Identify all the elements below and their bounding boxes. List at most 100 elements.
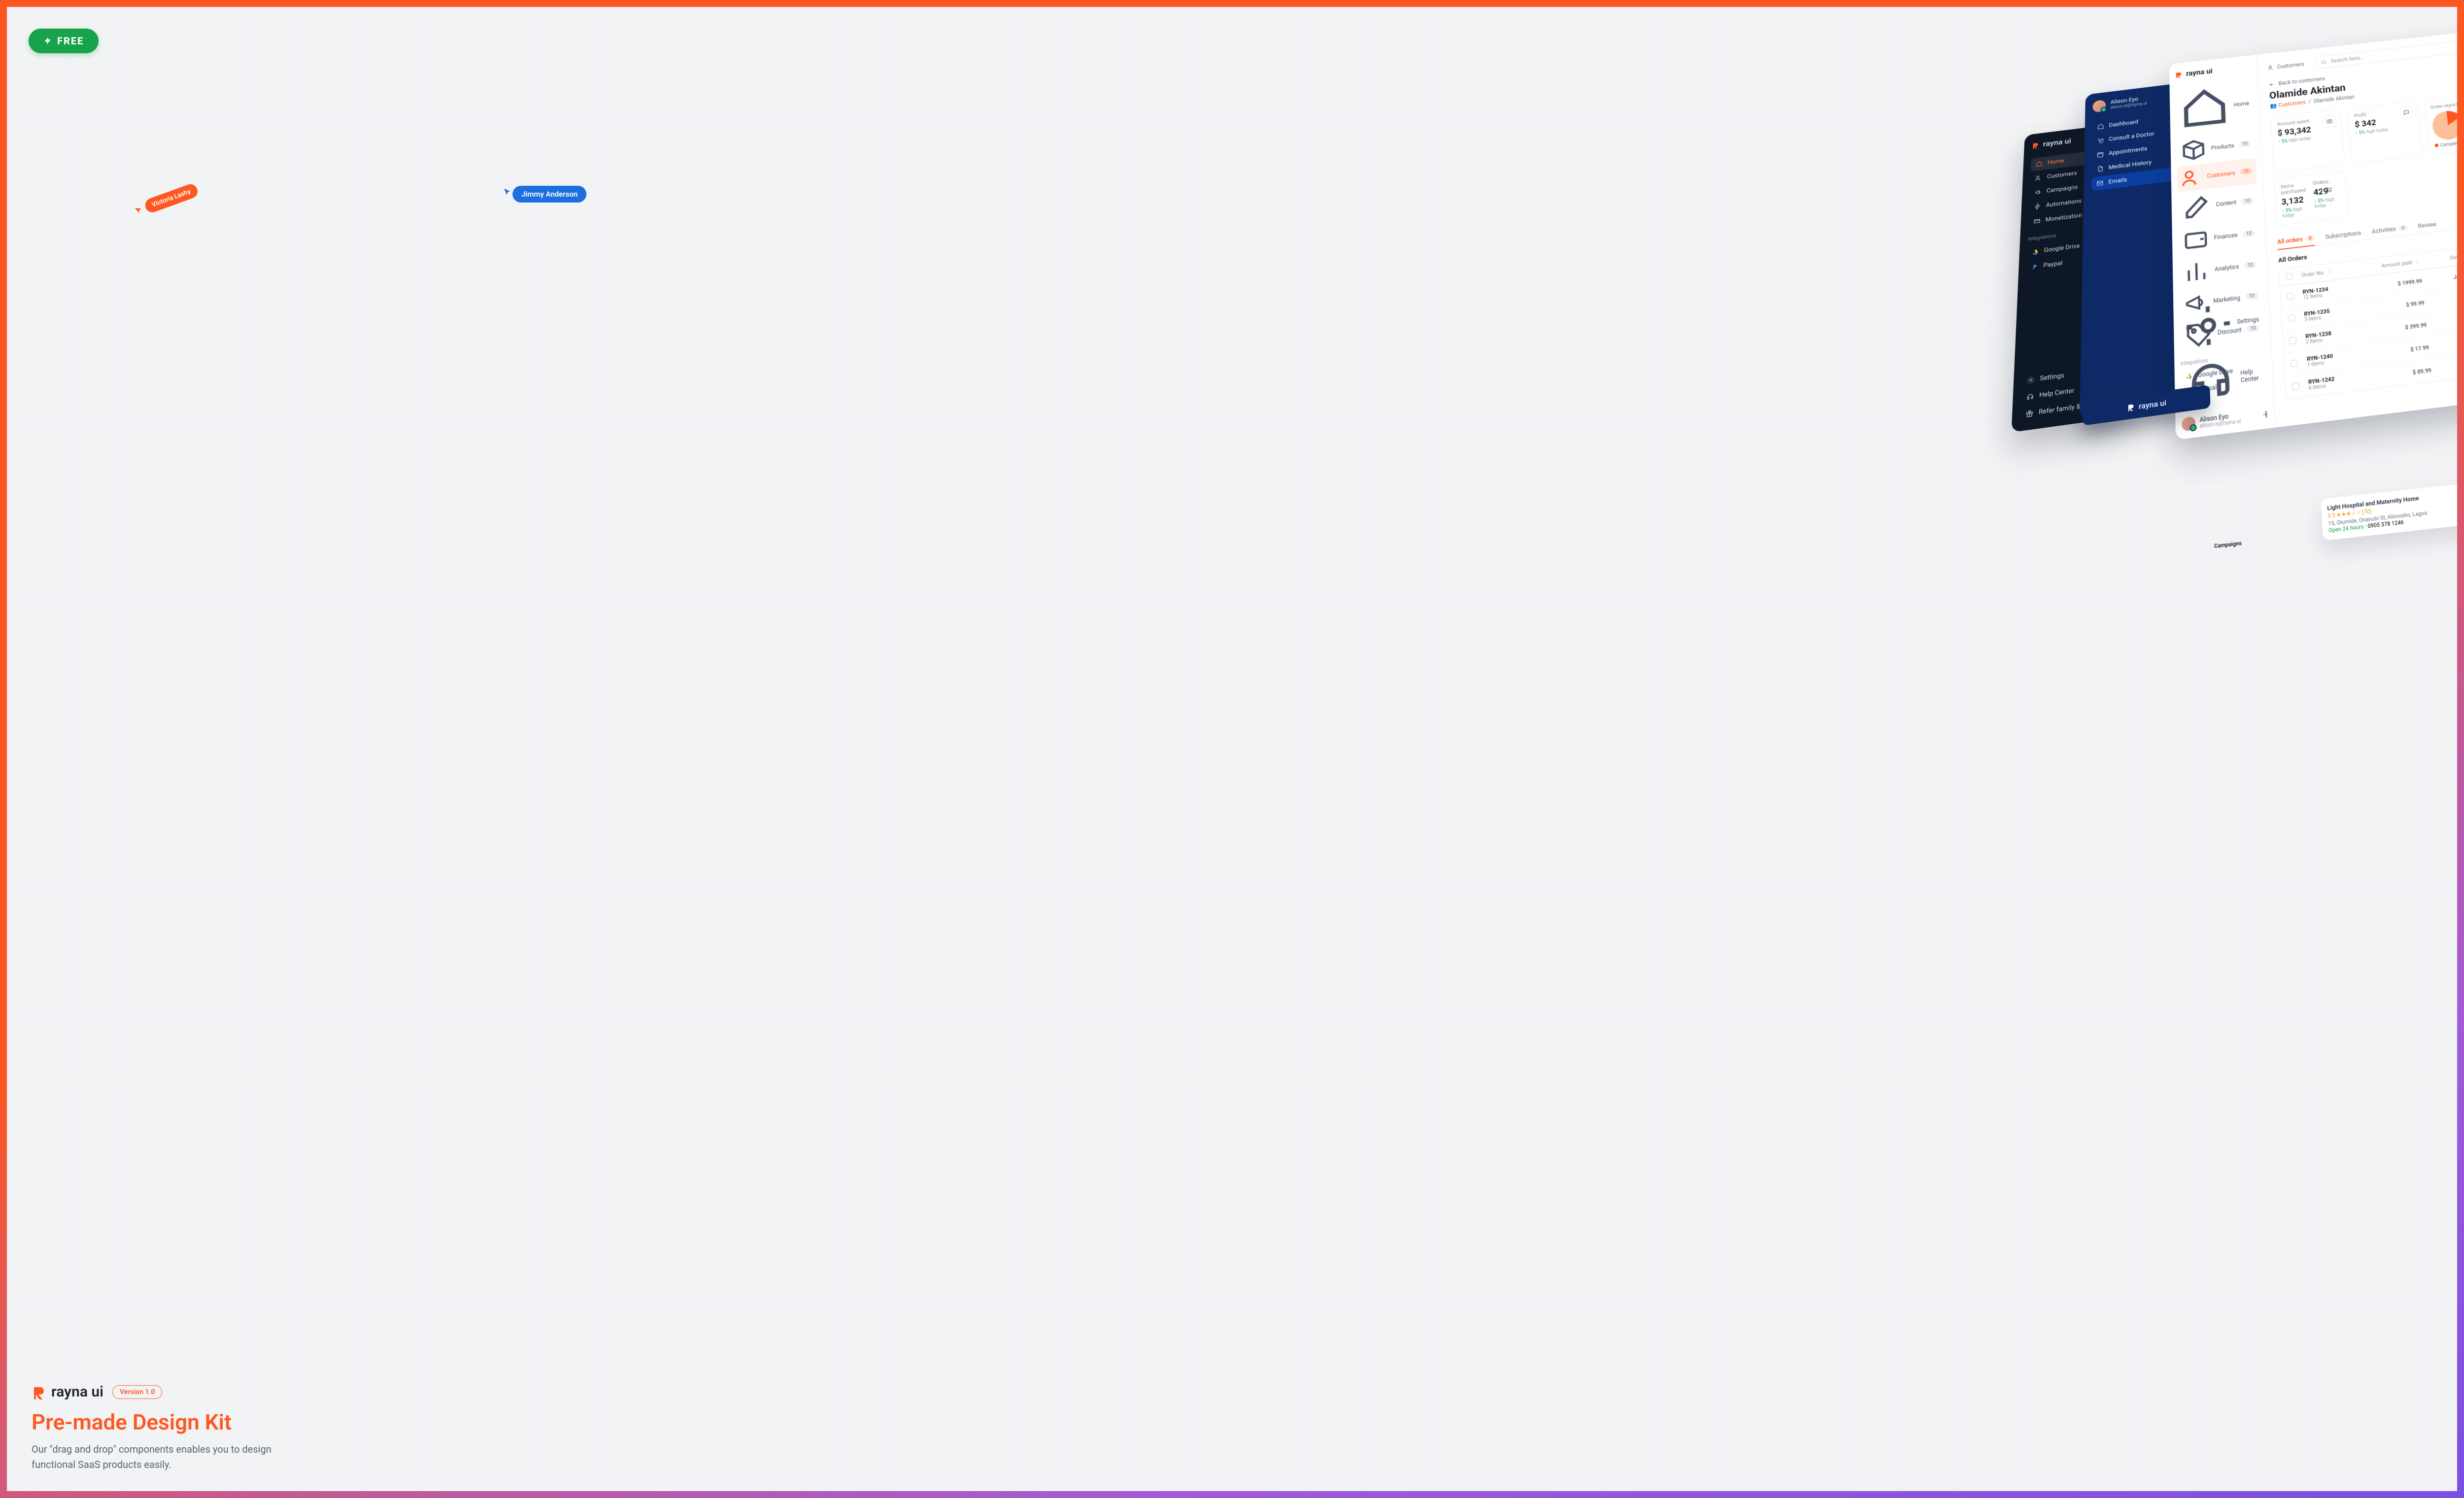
checkbox[interactable]	[2291, 360, 2298, 368]
topbar-label: Customers	[2277, 61, 2304, 70]
hero: rayna ui Version 1.0 Pre-made Design Kit…	[32, 1383, 288, 1472]
bar-icon	[2183, 257, 2210, 286]
calendar-icon	[2097, 151, 2104, 158]
logo-icon	[32, 1385, 46, 1399]
sidebar-item-label: Medical History	[2109, 159, 2152, 171]
checkbox[interactable]	[2288, 314, 2295, 322]
hero-subtitle: Our "drag and drop" components enables y…	[32, 1442, 288, 1472]
card-amount-spent: Amount spent $ 93,342 ↑ 5% high today	[2270, 109, 2345, 172]
sidebar-item-label: Customers	[2047, 170, 2077, 180]
tab-review[interactable]: Review	[2417, 217, 2437, 234]
stethoscope-icon	[2097, 137, 2104, 144]
bolt-icon	[2034, 203, 2041, 210]
tab-all-orders[interactable]: All orders0	[2277, 231, 2315, 250]
sidebar-item-label: Settings	[2237, 316, 2259, 325]
brand-name: rayna ui	[51, 1383, 103, 1400]
users-icon	[2181, 167, 2202, 189]
search-placeholder: Search here...	[2330, 55, 2364, 64]
document-icon	[2096, 165, 2104, 172]
pie-chart	[2431, 109, 2464, 141]
sidebar-item-label: Consult a Doctor	[2109, 131, 2154, 142]
preview-stack: rayna ui Home Customers Campaigns Automa…	[2023, 0, 2464, 500]
sidebar-item-label: Automations	[2046, 198, 2082, 208]
sidebar-item-label: Customers	[2207, 170, 2235, 179]
sidebar-item-label: Emails	[2108, 176, 2127, 185]
version-pill: Version 1.0	[112, 1385, 162, 1399]
checkbox[interactable]	[2292, 382, 2299, 390]
tab-subscriptions[interactable]: Subscriptions	[2325, 226, 2361, 245]
sidebar-item-label: Analytics	[2215, 263, 2239, 272]
bolt-icon	[43, 36, 52, 45]
gift-icon	[2025, 409, 2033, 418]
count-chip: 10	[2241, 198, 2254, 205]
headset-icon	[2026, 392, 2034, 401]
topbar-section: Customers	[2268, 61, 2304, 71]
search-icon	[2321, 59, 2327, 65]
sidebar-item-label: Google Drive	[2044, 242, 2080, 254]
cursor-tag-jimmy: Jimmy Anderson	[503, 186, 586, 203]
box-icon	[2181, 136, 2207, 163]
sidebar-item-label: Content	[2216, 199, 2236, 208]
sidebar-item-settings[interactable]: Settings	[2179, 293, 2265, 356]
wallet-icon	[2183, 226, 2210, 254]
tab-activities[interactable]: Activities0	[2371, 220, 2408, 239]
free-label: FREE	[57, 35, 84, 47]
home-icon	[2180, 84, 2230, 134]
sidebar-item-label: Help Center	[2039, 387, 2075, 399]
brand-logo: rayna ui	[32, 1383, 103, 1400]
arrow-left-icon	[2268, 81, 2275, 87]
home-icon	[2097, 123, 2104, 131]
sidebar-item-label: Finances	[2214, 232, 2238, 241]
home-icon	[2036, 160, 2043, 168]
paypal-icon	[2031, 263, 2039, 271]
sidebar-item-label: Paypal	[2043, 260, 2062, 269]
logo-icon	[2127, 403, 2135, 411]
avatar	[2182, 416, 2195, 431]
count-chip: 10	[2243, 230, 2256, 238]
sort-icon[interactable]	[2327, 269, 2333, 274]
orders-table: Order No. Amount paid Date ordered Searc…	[2279, 240, 2464, 400]
avatar	[2092, 100, 2106, 113]
sidebar-item-label: Home	[2234, 101, 2249, 108]
count-chip: 10	[2239, 140, 2251, 147]
card-profit: Profit $ 342 ↑ 5% high today	[2347, 101, 2423, 164]
white-main: Customers Search here... Back to custome…	[2257, 28, 2464, 427]
count-chip: 10	[2244, 262, 2257, 270]
back-label: Back to customers	[2278, 75, 2325, 86]
chat-icon	[2399, 106, 2413, 119]
users-icon	[2268, 65, 2275, 71]
users-icon	[2035, 174, 2042, 182]
sort-icon[interactable]	[2415, 259, 2420, 264]
count-chip: 10	[2240, 168, 2252, 175]
sidebar-item-home[interactable]: Home	[2175, 78, 2255, 137]
sidebar-item-label: Dashboard	[2109, 119, 2138, 129]
checkbox[interactable]	[2289, 337, 2296, 345]
gear-icon	[2184, 300, 2233, 351]
cursor-jimmy-label: Jimmy Anderson	[513, 186, 586, 203]
sidebar-item-label: Settings	[2040, 372, 2064, 383]
free-badge: FREE	[29, 29, 99, 53]
logout-icon[interactable]	[2259, 410, 2268, 419]
card-order-report: Order report CompletedCancelled	[2423, 91, 2464, 155]
sidebar-item-label: Home	[2048, 158, 2064, 166]
checkbox[interactable]	[2286, 272, 2293, 280]
sidebar-item-label: Help Center	[2240, 367, 2262, 384]
logo-icon	[2032, 141, 2040, 149]
edit-icon	[2182, 192, 2211, 222]
card-items-orders: Items purchased 3,132 ↑ 5% high today Or…	[2274, 171, 2349, 226]
cart-icon	[2322, 182, 2336, 197]
white-main-panel: rayna ui HomeProducts10Customers10Conten…	[2169, 28, 2464, 440]
megaphone-icon	[2034, 189, 2042, 196]
gear-icon	[2027, 376, 2035, 384]
sidebar-item-label: Monetization	[2045, 212, 2082, 223]
hero-title: Pre-made Design Kit	[32, 1409, 288, 1435]
white-logo-text: rayna ui	[2186, 67, 2213, 78]
cursor-icon	[503, 188, 512, 197]
sidebar-item-label: Appointments	[2109, 145, 2148, 157]
logo-icon	[2175, 71, 2182, 78]
dark-logo-text: rayna ui	[2043, 137, 2071, 149]
checkbox[interactable]	[2287, 293, 2294, 300]
camera-icon	[2323, 114, 2337, 128]
sidebar-item-label: Campaigns	[2047, 184, 2078, 194]
card-icon	[2033, 217, 2041, 225]
